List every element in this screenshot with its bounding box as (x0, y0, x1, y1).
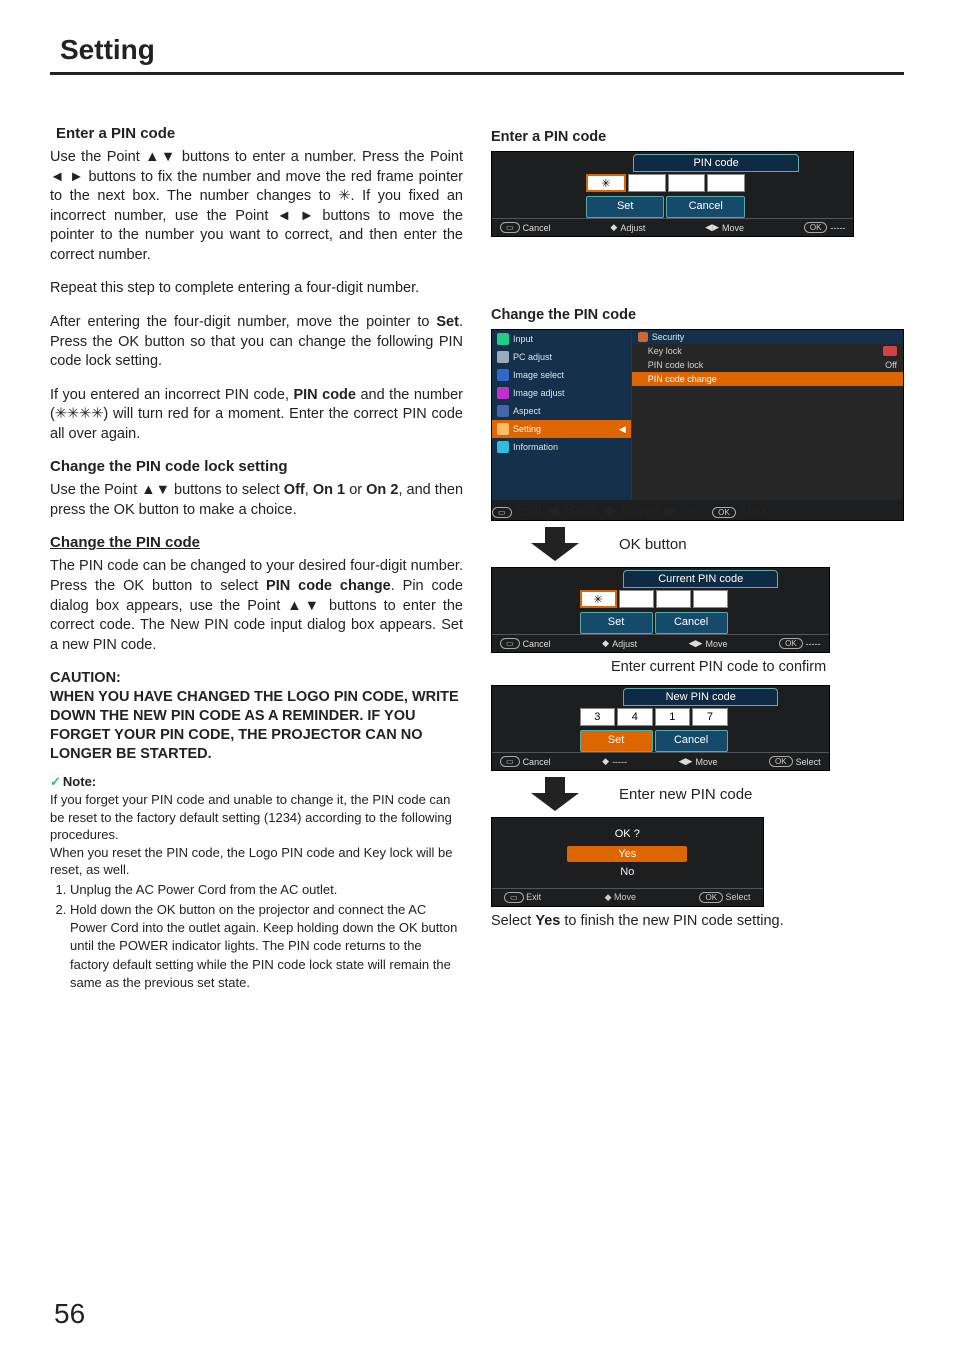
panel-title: Security (652, 332, 685, 342)
arrow-caption-new: Enter new PIN code (619, 786, 752, 803)
hint-final: Select Yes to finish the new PIN code se… (491, 913, 904, 929)
menu-sidebar: Input PC adjust Image select Image adjus… (492, 330, 632, 500)
ok-question: OK ? (492, 824, 763, 844)
new-cell-2[interactable]: 4 (617, 708, 653, 726)
cur-cell-1[interactable]: ✳ (580, 590, 617, 608)
current-pin-dialog: Current PIN code ✳ Set Cancel ▭Cancel ◆ … (491, 567, 830, 653)
arrow-down-icon (531, 777, 579, 811)
menu-item-information[interactable]: Information (492, 438, 631, 456)
nav-cancel: ▭Cancel (500, 222, 551, 233)
nav-move2: ◆ Move (604, 502, 660, 519)
para-repeat: Repeat this step to complete entering a … (50, 279, 463, 299)
cur-cell-3[interactable] (656, 590, 691, 608)
pin-cell-2[interactable] (628, 174, 666, 192)
lock-icon (638, 332, 648, 342)
para-incorrect: If you entered an incorrect PIN code, PI… (50, 386, 463, 445)
set-button[interactable]: Set (586, 196, 665, 218)
para-after: After entering the four-digit number, mo… (50, 313, 463, 372)
new-pin-title: New PIN code (623, 688, 778, 706)
illus-title-change-pin: Change the PIN code (491, 307, 904, 323)
heading-change-lock: Change the PIN code lock setting (50, 458, 463, 475)
heading-enter-pin: Enter a PIN code (56, 125, 463, 142)
cur-cancel-button[interactable]: Cancel (655, 612, 728, 634)
nav-next: OK Next (712, 502, 773, 519)
opt-pin-lock[interactable]: PIN code lockOff (632, 358, 903, 372)
right-column: Enter a PIN code PIN code ✳ Set Cancel (491, 115, 904, 994)
new-cell-3[interactable]: 1 (655, 708, 691, 726)
menu-item-pc-adjust[interactable]: PC adjust (492, 348, 631, 366)
ok-confirm-dialog: OK ? Yes No ▭ Exit ◆ Move OK Select (491, 817, 764, 907)
note-step-2: Hold down the OK button on the projector… (70, 901, 463, 992)
nav-ok: OK ----- (804, 222, 846, 233)
nav-exit: ▭ Exit (492, 502, 543, 519)
arrow-down-icon (531, 527, 579, 561)
caution-block: CAUTION: WHEN YOU HAVE CHANGED THE LOGO … (50, 669, 463, 763)
current-pin-title: Current PIN code (623, 570, 778, 588)
new-pin-dialog: New PIN code 3 4 1 7 Set Cancel ▭Cancel … (491, 685, 830, 771)
new-cell-1[interactable]: 3 (580, 708, 616, 726)
pin-cell-3[interactable] (668, 174, 706, 192)
para-change-lock: Use the Point ▲▼ buttons to select Off, … (50, 481, 463, 520)
para-enter-pin: Use the Point ▲▼ buttons to enter a numb… (50, 148, 463, 265)
menu-item-image-adjust[interactable]: Image adjust (492, 384, 631, 402)
cur-cell-4[interactable] (693, 590, 728, 608)
arrow-caption-ok: OK button (619, 536, 687, 553)
new-cell-4[interactable]: 7 (692, 708, 728, 726)
pin-code-dialog: PIN code ✳ Set Cancel (491, 151, 854, 237)
nav-back: ◀ Back (547, 502, 599, 519)
note-step-1: Unplug the AC Power Cord from the AC out… (70, 881, 463, 899)
opt-key-lock[interactable]: Key lock (632, 344, 903, 358)
menu-panel: Security Key lock PIN code lockOff PIN c… (632, 330, 903, 500)
cur-cell-2[interactable] (619, 590, 654, 608)
note-text-2: When you reset the PIN code, the Logo PI… (50, 845, 453, 878)
heading-change-pin: Change the PIN code (50, 534, 463, 551)
new-set-button[interactable]: Set (580, 730, 653, 752)
no-button[interactable]: No (567, 864, 687, 880)
left-column: Enter a PIN code Use the Point ▲▼ button… (50, 115, 463, 994)
para-change-pin: The PIN code can be changed to your desi… (50, 557, 463, 655)
menu-item-input[interactable]: Input (492, 330, 631, 348)
menu-item-setting[interactable]: Setting◀ (492, 420, 631, 438)
yes-button[interactable]: Yes (567, 846, 687, 862)
nav-dash: ▶ ----- (664, 502, 707, 519)
pin-cell-1[interactable]: ✳ (586, 174, 626, 192)
note-label: Note: (50, 774, 96, 789)
nav-move: ◀▶ Move (705, 222, 744, 233)
menu-screenshot: Input PC adjust Image select Image adjus… (491, 329, 904, 521)
page-number: 56 (54, 1298, 85, 1330)
nav-adjust: ◆ Adjust (610, 222, 645, 233)
menu-item-image-select[interactable]: Image select (492, 366, 631, 384)
note-text-1: If you forget your PIN code and unable t… (50, 792, 452, 842)
cur-set-button[interactable]: Set (580, 612, 653, 634)
illus-title-enter-pin: Enter a PIN code (491, 129, 904, 145)
page-title: Setting (50, 30, 904, 75)
pin-dialog-title: PIN code (633, 154, 799, 172)
note-block: Note: If you forget your PIN code and un… (50, 773, 463, 991)
menu-item-aspect[interactable]: Aspect (492, 402, 631, 420)
hint-current: Enter current PIN code to confirm (611, 659, 904, 675)
new-cancel-button[interactable]: Cancel (655, 730, 728, 752)
opt-pin-change[interactable]: PIN code change (632, 372, 903, 386)
pin-cell-4[interactable] (707, 174, 745, 192)
cancel-button[interactable]: Cancel (666, 196, 745, 218)
